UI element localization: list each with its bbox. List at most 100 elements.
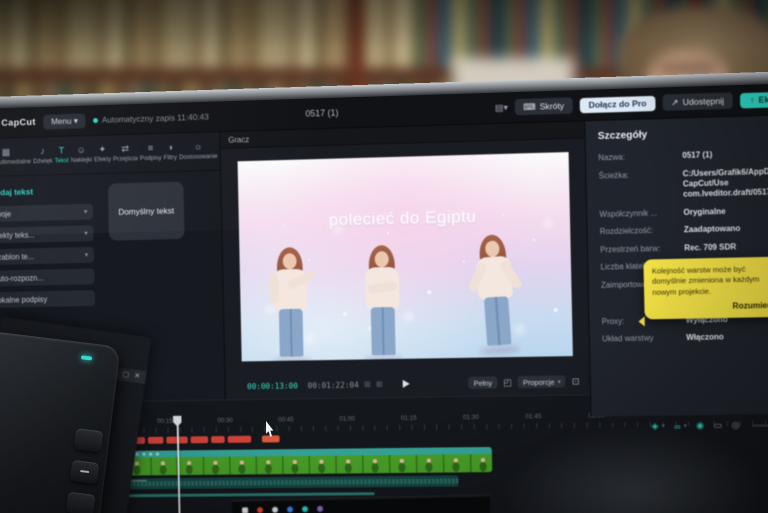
- taskbar-app-icon[interactable]: [316, 505, 324, 512]
- clapper-icon[interactable]: ▭: [713, 420, 722, 431]
- shortcuts-button[interactable]: ⌨ Skróty: [514, 97, 573, 116]
- detail-row-path: Ścieżka: C:/Users/Grafik6/AppData/Local/…: [598, 165, 768, 199]
- details-header: Szczegóły: [597, 129, 648, 143]
- caret-down-icon: ▾: [503, 101, 509, 113]
- caret-down-icon: ▾: [557, 379, 561, 386]
- effects-icon: ✦: [98, 144, 107, 156]
- menu-button[interactable]: Menu ▾: [43, 113, 86, 130]
- tablet-express-key: [73, 428, 104, 453]
- sidebar-item-text-effects[interactable]: Efekty teks... ▾: [0, 225, 94, 244]
- share-icon: ↗: [671, 96, 679, 107]
- default-text-card[interactable]: Domyślny tekst: [107, 181, 185, 241]
- ribbon-tab-adjust[interactable]: ☼ Dostosowanie: [179, 141, 218, 161]
- link-clips-icon[interactable]: ∞: [674, 421, 681, 431]
- ribbon-tab-media[interactable]: ▦Pliki multimedialne: [0, 147, 31, 167]
- taskbar-app-icon[interactable]: [301, 505, 309, 512]
- export-button[interactable]: ↑ Eksportuj: [739, 90, 768, 108]
- record-icon[interactable]: ◎: [731, 420, 739, 431]
- play-button[interactable]: [402, 379, 410, 388]
- ribbon-tabs: ▦Pliki multimedialne ♪Dźwięk TTekst ☺Nak…: [0, 132, 221, 178]
- current-timecode: 00:00:13:00: [247, 380, 298, 391]
- girl-pose-right: [466, 233, 525, 356]
- video-clip[interactable]: [97, 446, 493, 476]
- detail-row-ratio: Współczynnik ... Oryginalne: [599, 206, 726, 219]
- caret-down-icon: ▾: [661, 423, 665, 430]
- text-sidebar: Dodaj tekst Twoje ▾ Efekty teks... ▾ Szabl…: [0, 174, 101, 316]
- autosave-dot-icon: [93, 117, 99, 123]
- ratio-button[interactable]: Proporcje ▾: [517, 375, 566, 389]
- mask-safe-zone-icon[interactable]: ◰: [503, 377, 512, 388]
- ribbon-tab-transitions[interactable]: ⇄ Przejścia: [113, 143, 138, 163]
- text-icon: T: [58, 145, 65, 157]
- ribbon-tab-captions[interactable]: ≡ Podpisy: [140, 142, 162, 163]
- tablet-led: [80, 355, 93, 361]
- girl-pose-left: [265, 247, 317, 361]
- timeline-zoom-slider[interactable]: [752, 423, 768, 427]
- magnet-snap-icon[interactable]: ◈: [651, 421, 658, 432]
- sticker-icon: ☺: [76, 144, 86, 156]
- audio-clip[interactable]: [98, 475, 459, 490]
- ribbon-tab-filters[interactable]: ◑ Filtry: [163, 142, 177, 162]
- detail-row-layer-order: Układ warstwy Włączono: [601, 332, 724, 344]
- keyboard-icon: ⌨: [523, 101, 536, 112]
- join-pro-button[interactable]: Dołącz do Pro: [579, 95, 656, 113]
- captions-icon: ≡: [147, 142, 154, 154]
- auto-preview-icon[interactable]: ◉: [696, 420, 704, 431]
- taskbar-app-icon[interactable]: [271, 506, 279, 513]
- filters-icon: ◑: [167, 142, 174, 154]
- transitions-icon: ⇄: [121, 143, 130, 155]
- capcut-logo: CapCut: [1, 116, 36, 129]
- girl-pose-center: [357, 245, 409, 361]
- layout-icon: ▤: [494, 102, 504, 113]
- sparkle-overlay: [246, 165, 249, 168]
- preview-quality-button[interactable]: Pełny: [468, 376, 498, 389]
- text-presets-area: Domyślny tekst: [98, 171, 223, 314]
- taskbar-app-icon[interactable]: [256, 506, 264, 513]
- ribbon-tab-text[interactable]: T Tekst: [54, 145, 69, 164]
- maximize-icon[interactable]: ▢: [122, 371, 130, 379]
- autosave-status: Automatyczny zapis 11:40:43: [93, 112, 209, 125]
- start-grid-icon[interactable]: [241, 506, 249, 513]
- sidebar-item-add-text[interactable]: Dodaj tekst: [0, 182, 93, 201]
- caret-down-icon: ▾: [83, 208, 88, 216]
- tablet-express-key: [66, 491, 96, 513]
- adjust-icon: ☼: [193, 141, 203, 153]
- player-panel: Gracz polecieć do Egiptu 00:00:13:00 00:…: [220, 121, 592, 400]
- greenscreen-thumbnails: [98, 453, 493, 476]
- detail-row-name: Nazwa: 0517 (1): [598, 150, 713, 163]
- sidebar-item-local-captions[interactable]: Lokalne podpisy: [0, 290, 95, 308]
- sidebar-item-yours[interactable]: Twoje ▾: [0, 203, 94, 223]
- layout-switch-button[interactable]: ▤▾: [495, 102, 508, 113]
- caret-down-icon: ▾: [73, 115, 78, 126]
- sidebar-item-auto-captions[interactable]: Auto-rozpozn...: [0, 268, 95, 287]
- sidebar-item-text-templates[interactable]: Szablon te... ▾: [0, 246, 95, 265]
- video-caption-text: polecieć do Egiptu: [328, 206, 477, 230]
- ribbon-tab-stickers[interactable]: ☺ Naklejki: [71, 144, 92, 165]
- ribbon-tab-effects[interactable]: ✦ Efekty: [94, 144, 111, 164]
- detail-row-colorspace: Przestrzeń barw: Rec. 709 SDR: [600, 241, 737, 255]
- layer-order-tooltip: Kolejność warstw może być domyślnie zmie…: [643, 256, 768, 320]
- export-icon: ↑: [749, 94, 755, 106]
- player-stage: polecieć do Egiptu: [221, 138, 590, 373]
- bokeh-overlay: [245, 168, 250, 173]
- tablet-express-key: [69, 459, 100, 485]
- fullscreen-icon[interactable]: ⊡: [572, 376, 580, 387]
- graphics-tablet: [0, 330, 121, 513]
- taskbar-app-icon[interactable]: [286, 505, 294, 513]
- duration-timecode: 00:01:22:04: [307, 380, 359, 390]
- frame-step-icon[interactable]: [376, 381, 383, 388]
- share-button[interactable]: ↗ Udostępnij: [662, 92, 733, 111]
- details-panel: Szczegóły Nazwa: 0517 (1) Ścieżka: C:/Use…: [585, 114, 768, 417]
- audio-icon: ♪: [40, 145, 45, 157]
- timeline-toggles: ◈ ▾ ∞ ▾ ◉ ▭ ◎: [651, 420, 740, 432]
- project-title: 0517 (1): [305, 107, 339, 119]
- video-preview[interactable]: polecieć do Egiptu: [237, 151, 573, 361]
- detail-row-resolution: Rozdzielczość: Zaadaptowano: [599, 223, 741, 237]
- person-eyes: [658, 64, 716, 72]
- caret-down-icon: ▾: [683, 423, 687, 430]
- tooltip-confirm-button[interactable]: Rozumiem: [653, 301, 768, 312]
- ribbon-tab-audio[interactable]: ♪ Dźwięk: [33, 145, 53, 165]
- frame-step-icon[interactable]: [364, 381, 371, 388]
- close-icon[interactable]: ✕: [134, 373, 141, 381]
- player-controls: 00:00:13:00 00:01:22:04 Pełny ◰ Proporcj…: [225, 367, 590, 400]
